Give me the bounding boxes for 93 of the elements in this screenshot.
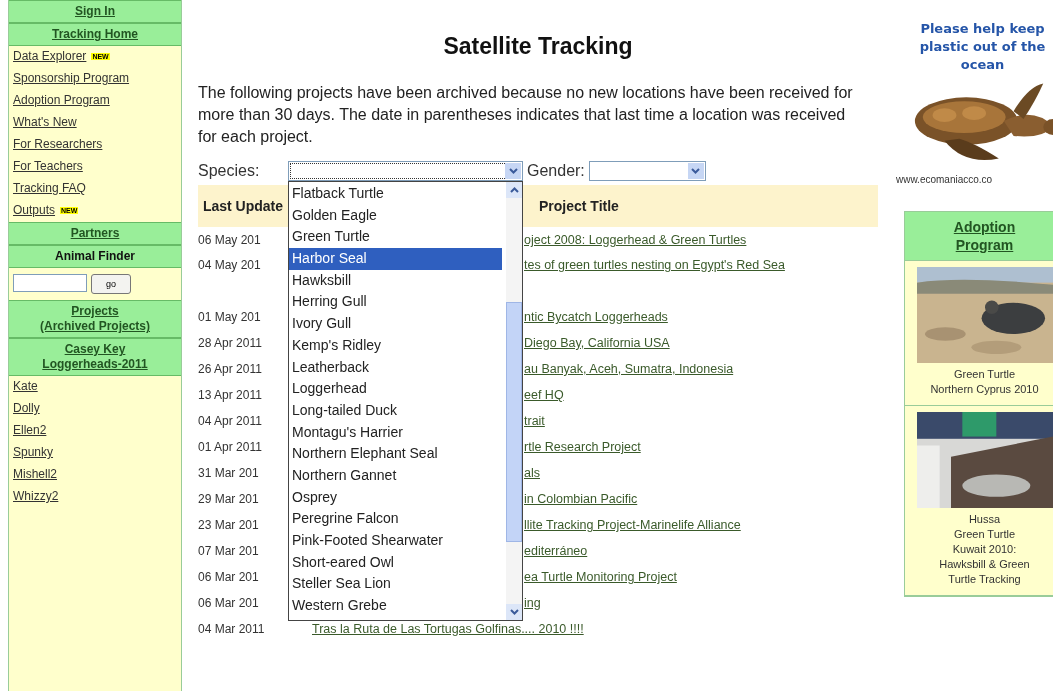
species-option[interactable]: Pink-Footed Shearwater xyxy=(289,530,506,552)
species-option[interactable]: Herring Gull xyxy=(289,291,506,314)
date-cell: 07 Mar 201 xyxy=(198,544,259,558)
sidebar-header-link[interactable]: Loggerheads-2011 xyxy=(42,357,148,372)
gender-select[interactable] xyxy=(588,161,706,181)
card-caption: Hussa xyxy=(968,512,1001,527)
project-link[interactable]: Tras la Ruta de Las Tortugas Golfinas.... 2010 !!!! xyxy=(312,622,584,636)
sidebar-link[interactable]: For Researchers xyxy=(13,137,103,152)
date-cell: 01 Apr 2011 xyxy=(198,440,262,454)
scrollbar-thumb[interactable] xyxy=(506,302,522,542)
sidebar-link[interactable]: Mishell2 xyxy=(13,467,57,482)
sidebar-header: Animal Finder xyxy=(55,249,135,264)
date-cell: 31 Mar 201 xyxy=(198,466,259,480)
date-cell: 04 Apr 2011 xyxy=(198,414,262,428)
species-option[interactable]: Peregrine Falcon xyxy=(289,508,506,530)
date-cell: 26 Apr 2011 xyxy=(198,362,262,376)
date-cell: 28 Apr 2011 xyxy=(198,336,262,350)
project-link[interactable]: als xyxy=(524,466,540,480)
species-select[interactable] xyxy=(288,161,523,181)
go-button[interactable]: go xyxy=(91,274,131,294)
project-link[interactable]: ntic Bycatch Loggerheads xyxy=(524,310,668,324)
sidebar-link[interactable]: Whizzy2 xyxy=(13,489,59,504)
date-cell: 04 Mar 2011 xyxy=(198,622,265,636)
species-option[interactable]: Leatherback xyxy=(289,356,506,379)
sidebar-link[interactable]: Spunky xyxy=(13,445,54,460)
sidebar-link[interactable]: Outputs xyxy=(13,203,56,218)
project-link[interactable]: trait xyxy=(524,414,545,428)
project-link[interactable]: ing xyxy=(524,596,541,610)
date-cell: 01 May 201 xyxy=(198,310,261,324)
species-option[interactable]: Short-eared Owl xyxy=(289,551,506,574)
date-cell: 13 Apr 2011 xyxy=(198,388,262,402)
scroll-up-icon[interactable] xyxy=(506,182,522,198)
species-option[interactable]: Flatback Turtle xyxy=(289,183,506,205)
project-link[interactable]: rtle Research Project xyxy=(524,440,641,454)
date-cell: 29 Mar 201 xyxy=(198,492,259,506)
card-caption: Turtle Tracking xyxy=(948,572,1021,587)
date-cell: 23 Mar 201 xyxy=(198,518,259,532)
sidebar-link[interactable]: Ellen2 xyxy=(13,423,47,438)
sidebar-header-link[interactable]: Partners xyxy=(70,226,120,241)
species-option[interactable]: Western Grebe xyxy=(289,595,506,617)
project-link[interactable]: editerráneo xyxy=(524,544,588,558)
project-link[interactable]: eef HQ xyxy=(524,388,564,402)
page-title: Satellite Tracking xyxy=(442,33,634,60)
ad-text[interactable]: Please help keep plastic out of the ocean xyxy=(918,20,1047,74)
sidebar-link[interactable]: Dolly xyxy=(13,401,40,416)
species-option[interactable]: Northern Elephant Seal xyxy=(289,443,506,465)
date-cell: 04 May 201 xyxy=(198,258,261,272)
project-link[interactable]: Diego Bay, California USA xyxy=(524,336,670,350)
sidebar-header-link[interactable]: Projects xyxy=(71,304,119,319)
intro-text: The following projects have been archived because no new locations have been received for more than 30 days. The date in parentheses indicates that last time a location was received for each project. xyxy=(198,83,853,147)
scrollbar[interactable] xyxy=(506,182,522,620)
species-option[interactable]: Northern Gannet xyxy=(289,464,506,487)
sidebar-link[interactable]: Adoption Program xyxy=(13,93,110,108)
sidebar-header-link[interactable]: Casey Key xyxy=(64,342,126,357)
card-caption: Northern Cyprus 2010 xyxy=(930,382,1039,397)
sidebar-header-link[interactable]: Sign In xyxy=(75,4,115,19)
sidebar-link[interactable]: Tracking FAQ xyxy=(13,181,86,196)
project-link[interactable]: in Colombian Pacific xyxy=(524,492,638,506)
sidebar-link[interactable]: For Teachers xyxy=(13,159,83,174)
species-option[interactable]: Long-tailed Duck xyxy=(289,399,506,422)
project-link[interactable]: au Banyak, Aceh, Sumatra, Indonesia xyxy=(524,362,734,376)
sidebar-link[interactable]: What's New xyxy=(13,115,77,130)
project-link[interactable]: oject 2008: Loggerhead & Green Turtles xyxy=(524,233,747,247)
date-cell: 06 May 201 xyxy=(198,233,261,247)
ad-url[interactable]: www.ecomaniacco.co xyxy=(896,174,993,185)
sidebar-header-link[interactable]: (Archived Projects) xyxy=(39,319,150,334)
species-option[interactable]: Steller Sea Lion xyxy=(289,573,506,596)
species-option[interactable]: Ivory Gull xyxy=(289,313,506,335)
species-option[interactable]: Loggerhead xyxy=(289,378,506,400)
project-link[interactable]: llite Tracking Project-Marinelife Alliance xyxy=(524,518,741,532)
species-option[interactable]: Golden Eagle xyxy=(289,204,506,227)
scroll-down-icon[interactable] xyxy=(506,604,522,620)
card-caption: Hawksbill & Green xyxy=(939,557,1030,572)
species-label: Species: xyxy=(198,162,261,180)
sidebar-link[interactable]: Sponsorship Program xyxy=(13,71,130,86)
species-option[interactable]: Harbor Seal xyxy=(289,248,502,270)
project-link[interactable]: tes of green turtles nesting on Egypt's Red Sea xyxy=(524,258,785,272)
date-cell: 06 Mar 201 xyxy=(198,596,259,610)
project-link[interactable]: ea Turtle Monitoring Project xyxy=(524,570,677,584)
species-option[interactable]: Hawksbill xyxy=(289,269,506,292)
sidebar-link[interactable]: Data Explorer xyxy=(13,49,87,64)
card-caption: Green Turtle xyxy=(953,367,1016,382)
date-cell: 06 Mar 201 xyxy=(198,570,259,584)
column-header: Last Update xyxy=(198,185,288,227)
gender-label: Gender: xyxy=(527,162,585,180)
species-option[interactable]: Green Turtle xyxy=(289,226,506,249)
card-caption: Green Turtle xyxy=(953,527,1016,542)
species-option[interactable]: Kemp's Ridley xyxy=(289,334,506,357)
sidebar-link[interactable]: Kate xyxy=(13,379,38,394)
card-caption: Kuwait 2010: xyxy=(952,542,1017,557)
species-option[interactable]: Montagu's Harrier xyxy=(289,421,506,444)
species-option[interactable]: Osprey xyxy=(289,486,506,509)
animal-search-field[interactable] xyxy=(13,274,87,292)
